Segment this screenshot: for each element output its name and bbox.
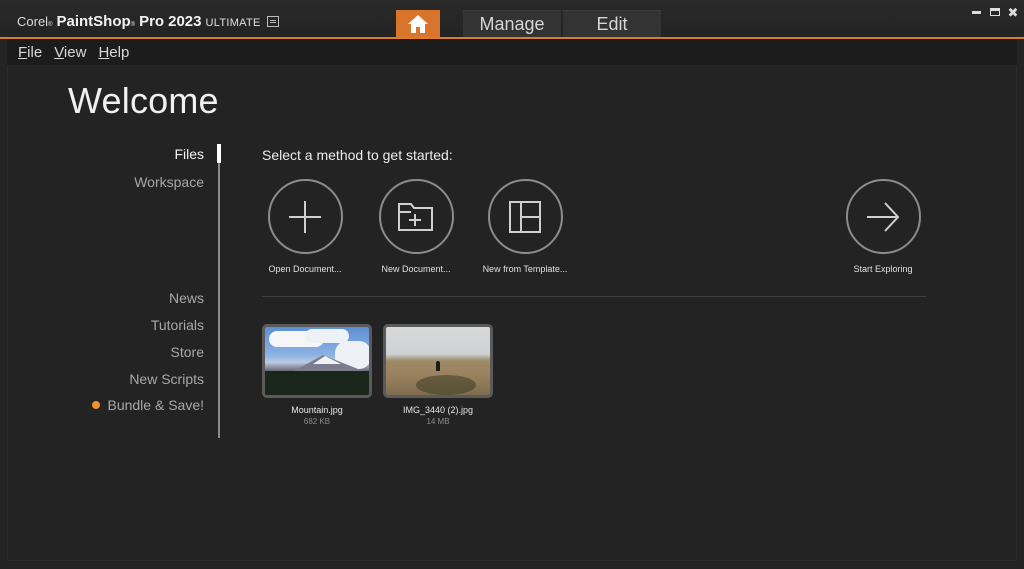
recent-file-thumbnail (262, 324, 372, 398)
thumb-person (436, 361, 440, 371)
menu-view-mnemonic: V (54, 43, 64, 61)
menu-file-mnemonic: F (18, 43, 28, 61)
content-frame (7, 65, 1017, 561)
sidenav-item-workspace[interactable]: Workspace (134, 174, 204, 190)
sidenav-item-files[interactable]: Files (174, 146, 204, 162)
recent-file-name: Mountain.jpg (291, 405, 343, 415)
sidenav-item-new-scripts[interactable]: New Scripts (129, 371, 204, 387)
registered-mark-2: ® (130, 22, 136, 28)
product-edition: ULTIMATE (205, 17, 261, 29)
menu-file[interactable]: File (18, 44, 42, 61)
menu-bar: File View Help (7, 39, 1017, 65)
recent-file-item[interactable]: Mountain.jpg 682 KB (262, 324, 372, 426)
start-exploring-label: Start Exploring (853, 264, 913, 274)
recent-file-item[interactable]: IMG_3440 (2).jpg 14 MB (383, 324, 493, 426)
tab-home[interactable] (396, 10, 440, 38)
thumb-forest (265, 371, 369, 395)
menu-view-label: iew (63, 43, 87, 61)
menu-help-label: elp (109, 43, 130, 61)
close-icon: ✖ (1007, 4, 1019, 20)
recent-file-size: 14 MB (426, 417, 450, 426)
sidenav-item-tutorials[interactable]: Tutorials (151, 317, 204, 333)
tab-edit[interactable]: Edit (563, 10, 661, 38)
tab-manage[interactable]: Manage (463, 10, 561, 38)
edition-badge-icon (266, 16, 279, 27)
minimize-icon (971, 10, 981, 14)
open-document-circle (267, 179, 343, 254)
menu-file-label: ile (27, 43, 43, 61)
recent-file-name: IMG_3440 (2).jpg (402, 405, 474, 415)
menu-help[interactable]: Help (98, 44, 129, 61)
start-exploring-button[interactable]: Start Exploring (823, 179, 943, 274)
sidenav-item-news[interactable]: News (169, 290, 204, 306)
open-document-label: Open Document... (268, 264, 342, 274)
registered-mark: ® (48, 22, 53, 28)
maximize-button[interactable] (987, 6, 1003, 18)
sidenav-item-bundle-save-label: Bundle & Save! (107, 397, 204, 413)
recent-file-size: 682 KB (303, 417, 331, 426)
get-started-prompt: Select a method to get started: (262, 147, 453, 163)
new-from-template-circle (487, 179, 563, 254)
title-bar: Corel ® PaintShop ® Pro 2023 ULTIMATE Mana… (0, 0, 1024, 39)
sidenav-item-bundle-save[interactable]: Bundle & Save! (92, 397, 204, 413)
start-exploring-circle (845, 179, 921, 254)
new-document-circle (378, 179, 454, 254)
product-name: PaintShop (56, 13, 131, 30)
new-document-label: New Document... (381, 264, 451, 274)
product-version: 2023 (168, 13, 202, 30)
folder-plus-icon (398, 202, 433, 231)
section-divider (262, 296, 926, 297)
sidenav-active-indicator (217, 144, 221, 163)
close-button[interactable]: ✖ (1005, 4, 1021, 20)
thumb-snow-cap (313, 356, 341, 364)
new-document-button[interactable]: New Document... (356, 179, 476, 274)
new-from-template-label: New from Template... (482, 264, 568, 274)
brand-name: Corel (17, 14, 49, 29)
sidenav-track (218, 145, 220, 438)
page-title: Welcome (68, 80, 219, 121)
menu-help-mnemonic: H (98, 43, 110, 61)
new-from-template-button[interactable]: New from Template... (465, 179, 585, 274)
recent-file-thumbnail (383, 324, 493, 398)
minimize-button[interactable] (968, 6, 984, 18)
plus-icon (289, 200, 321, 233)
promo-dot-icon (92, 401, 101, 409)
sidenav-item-store[interactable]: Store (171, 344, 204, 360)
thumb-grass-patch (416, 375, 476, 395)
maximize-icon (990, 8, 1000, 16)
product-suffix: Pro (139, 13, 165, 30)
app-title: Corel ® PaintShop ® Pro 2023 ULTIMATE (17, 13, 279, 30)
menu-view[interactable]: View (54, 44, 86, 61)
open-document-button[interactable]: Open Document... (245, 179, 365, 274)
template-layout-icon (509, 200, 541, 233)
home-icon (408, 15, 428, 33)
arrow-right-icon (867, 201, 900, 232)
